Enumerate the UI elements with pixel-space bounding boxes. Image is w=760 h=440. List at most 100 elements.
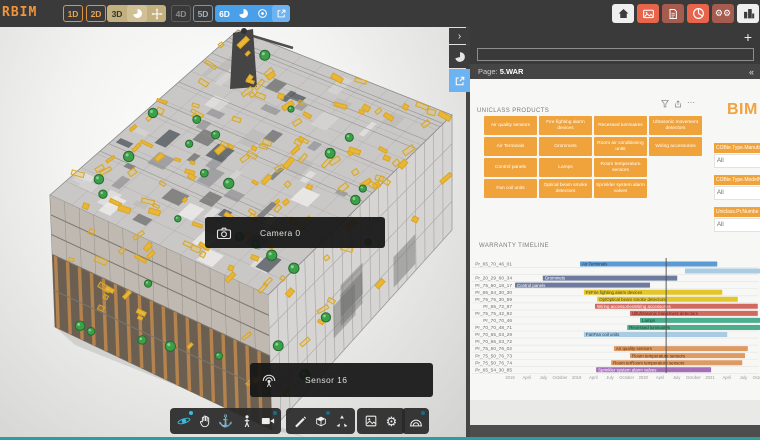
6d-record-toggle[interactable]	[253, 5, 272, 22]
mode-button-5d[interactable]: 5D	[193, 5, 213, 22]
sensor-marker[interactable]	[174, 215, 182, 223]
sensor-marker[interactable]	[214, 351, 223, 360]
viewer-settings-button[interactable]: ⚙	[381, 409, 402, 433]
sensor-marker[interactable]	[259, 49, 271, 61]
uniclass-product-button[interactable]: Fire fighting alarm devices	[539, 116, 592, 135]
gantt-bar[interactable]	[685, 268, 760, 274]
filter-value-dropdown[interactable]: All	[714, 186, 760, 200]
gantt-row-label: Pr_65_72_97	[483, 304, 512, 310]
report-button[interactable]	[687, 4, 709, 23]
sensor-marker[interactable]	[147, 107, 159, 119]
warranty-gantt-chart: Pr_65_70_46_01 Air Terminals Pr_20_29_60_3…	[472, 258, 760, 380]
device-marker[interactable]	[276, 92, 286, 101]
measure-tool-button[interactable]	[289, 409, 310, 433]
sensor-marker[interactable]	[93, 173, 105, 185]
sensor-marker[interactable]	[288, 262, 300, 274]
mode-button-1d[interactable]: 1D	[63, 5, 83, 22]
export-icon[interactable]	[674, 100, 682, 108]
gallery-button[interactable]	[637, 4, 659, 23]
sensor-marker[interactable]	[143, 279, 153, 288]
gantt-bar-label: Recessed luminaires	[629, 325, 671, 330]
mode-button-3d[interactable]: 3D	[107, 5, 127, 22]
dome-tool-group	[402, 408, 429, 434]
sensor-marker[interactable]	[192, 114, 202, 124]
gantt-row-label: Pr_75_50_76_74	[475, 360, 512, 366]
sensor-marker[interactable]	[164, 340, 176, 352]
sensor-marker[interactable]	[358, 184, 367, 193]
6d-open-external[interactable]	[272, 5, 290, 22]
camera-tool-button[interactable]	[257, 409, 278, 433]
document-button[interactable]	[662, 4, 684, 23]
sensor-marker[interactable]	[199, 168, 209, 178]
gantt-axis-tick: July	[740, 375, 748, 380]
panel-chart-tab[interactable]	[449, 45, 470, 68]
sensor-marker[interactable]	[123, 150, 135, 163]
buildings-button[interactable]	[737, 4, 759, 23]
section-tool-button[interactable]	[310, 409, 331, 433]
sensor-marker[interactable]	[272, 340, 284, 352]
filter-value-dropdown[interactable]: All	[714, 218, 760, 232]
report-content: ⋯ UNICLASS PRODUCTS Air quality sensors F…	[470, 79, 760, 400]
mode-button-2d[interactable]: 2D	[86, 5, 106, 22]
orbit-tool-button[interactable]	[173, 409, 194, 433]
mode-button-6d[interactable]: 6D	[215, 5, 234, 22]
uniclass-product-button[interactable]: Recessed luminaires	[594, 116, 647, 135]
uniclass-product-button[interactable]: Optical beam smoke detectors	[539, 179, 592, 198]
add-page-button[interactable]: +	[744, 29, 752, 45]
sensor-marker[interactable]	[320, 312, 332, 323]
filter-value-dropdown[interactable]: All	[714, 154, 760, 168]
explode-tool-button[interactable]	[331, 409, 352, 433]
walk-tool-button[interactable]	[236, 409, 257, 433]
bim-3d-viewport[interactable]: Camera 0 Sensor 16 ⚓ ⚙	[0, 27, 466, 437]
gantt-bar[interactable]	[640, 317, 760, 323]
sensor-marker[interactable]	[223, 177, 235, 190]
pie-icon	[454, 51, 465, 62]
uniclass-product-button[interactable]: Ultrasonic movement detectors	[649, 116, 702, 135]
home-button[interactable]	[612, 4, 634, 23]
sensor-marker[interactable]	[324, 147, 336, 159]
mode-button-4d[interactable]: 4D	[171, 5, 191, 22]
uniclass-product-button[interactable]: Lamps	[539, 158, 592, 177]
uniclass-product-button[interactable]: Wiring accessories	[649, 137, 702, 156]
uniclass-product-button[interactable]: Air quality sensors	[484, 116, 537, 135]
sensor-marker[interactable]	[137, 335, 147, 345]
uniclass-product-button[interactable]: Room temperature sensors	[594, 158, 647, 177]
settings-button[interactable]: ⚙⚙	[712, 4, 734, 23]
sensor-marker[interactable]	[211, 130, 221, 140]
sensor-marker[interactable]	[350, 194, 361, 206]
sensor-marker[interactable]	[266, 249, 278, 261]
3d-chart-toggle[interactable]	[127, 5, 147, 22]
panel-external-tab[interactable]	[449, 69, 470, 92]
sensor-marker[interactable]	[287, 105, 295, 113]
uniclass-product-button[interactable]: Room air conditioning units	[594, 137, 647, 156]
gantt-bar-label: Lamps	[642, 318, 656, 323]
collapse-panel-button[interactable]: «	[749, 67, 754, 77]
dome-view-button[interactable]	[405, 409, 426, 433]
pan-tool-button[interactable]	[194, 409, 215, 433]
uniclass-product-button[interactable]: Grommets	[539, 137, 592, 156]
gantt-row-label: Pr_75_75_30_59	[475, 297, 512, 303]
saved-views-button[interactable]	[360, 409, 381, 433]
sensor-marker[interactable]	[98, 189, 108, 199]
3d-move-toggle[interactable]	[147, 5, 166, 22]
gantt-axis-tick: October	[686, 375, 702, 380]
uniclass-product-button[interactable]: Control panels	[484, 158, 537, 177]
page-name: 5.WAR	[499, 67, 524, 76]
pencil-icon	[294, 416, 306, 428]
panel-collapse-button[interactable]: ›	[449, 28, 470, 44]
more-options-icon[interactable]: ⋯	[687, 99, 695, 108]
sensor-marker[interactable]	[74, 320, 86, 332]
panel-url-input[interactable]	[477, 48, 754, 61]
sensor-marker[interactable]	[344, 132, 354, 142]
uniclass-product-button[interactable]: Air Terminals	[484, 137, 537, 156]
device-marker[interactable]	[189, 160, 196, 166]
gantt-row-label: Pr_75_50_76_73	[475, 353, 512, 359]
sensor-marker[interactable]	[185, 139, 194, 148]
gantt-bar-label: Room temperature sensors	[632, 353, 686, 358]
sensor-marker[interactable]	[86, 326, 96, 336]
uniclass-product-button[interactable]: Fan coil units	[484, 179, 537, 198]
filter-icon[interactable]	[661, 100, 669, 108]
anchor-tool-button[interactable]: ⚓	[215, 409, 236, 433]
uniclass-product-button[interactable]: Sprinkler system alarm valves	[594, 179, 647, 198]
6d-chart-toggle[interactable]	[234, 5, 253, 22]
